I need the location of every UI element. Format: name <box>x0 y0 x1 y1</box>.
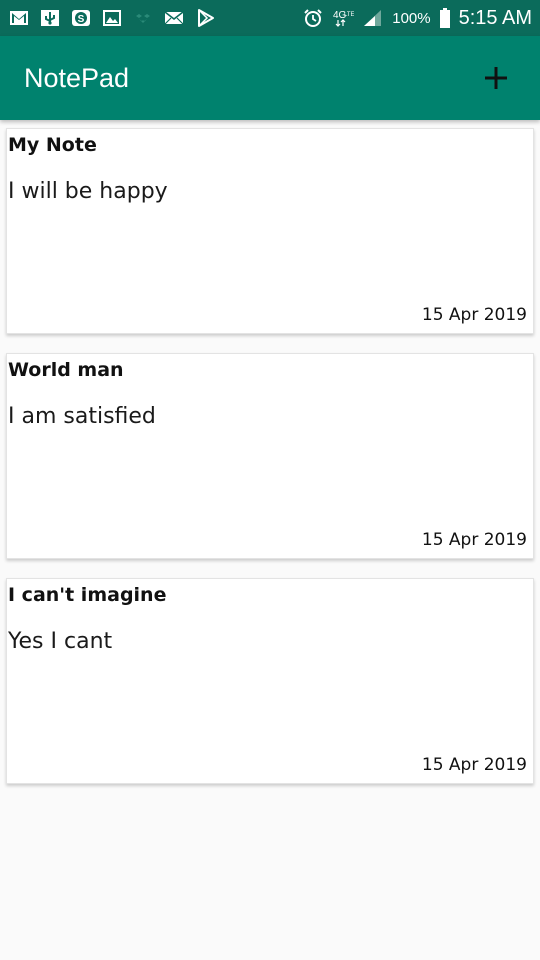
notes-list: My Note I will be happy 15 Apr 2019 Worl… <box>0 120 540 784</box>
signal-icon <box>362 8 384 28</box>
system-status: 4G LTE 100% 5:15 AM <box>302 7 532 30</box>
app-title: NotePad <box>24 62 130 93</box>
note-body: Yes I cant <box>8 629 113 654</box>
alarm-icon <box>302 8 324 28</box>
note-title: I can't imagine <box>8 584 167 606</box>
clock: 5:15 AM <box>458 6 532 29</box>
note-date: 15 Apr 2019 <box>421 530 527 550</box>
4g-lte-icon: 4G LTE <box>332 8 354 28</box>
battery-icon <box>439 8 451 28</box>
s-app-icon: S <box>70 8 92 28</box>
svg-text:LTE: LTE <box>344 12 354 18</box>
image-icon <box>101 8 123 28</box>
plus-icon <box>485 67 507 89</box>
app-bar: NotePad <box>0 36 540 120</box>
battery-percentage: 100% <box>392 9 431 27</box>
svg-text:S: S <box>78 14 85 25</box>
gmail-icon <box>8 8 30 28</box>
note-card[interactable]: I can't imagine Yes I cant 15 Apr 2019 <box>6 578 534 784</box>
note-body: I am satisfied <box>8 404 156 429</box>
note-card[interactable]: World man I am satisfied 15 Apr 2019 <box>6 353 534 559</box>
note-date: 15 Apr 2019 <box>421 755 527 775</box>
mail-icon <box>163 8 185 28</box>
add-note-button[interactable] <box>476 58 516 98</box>
note-card[interactable]: My Note I will be happy 15 Apr 2019 <box>6 128 534 334</box>
note-date: 15 Apr 2019 <box>421 305 527 325</box>
status-bar: S 4G LTE 100% 5:15 AM <box>0 0 540 36</box>
dropbox-icon <box>132 8 154 28</box>
note-body: I will be happy <box>8 179 168 204</box>
note-title: World man <box>8 359 124 381</box>
notification-icons: S <box>8 8 216 28</box>
play-store-icon <box>194 8 216 28</box>
usb-icon <box>39 8 61 28</box>
note-title: My Note <box>8 134 97 156</box>
